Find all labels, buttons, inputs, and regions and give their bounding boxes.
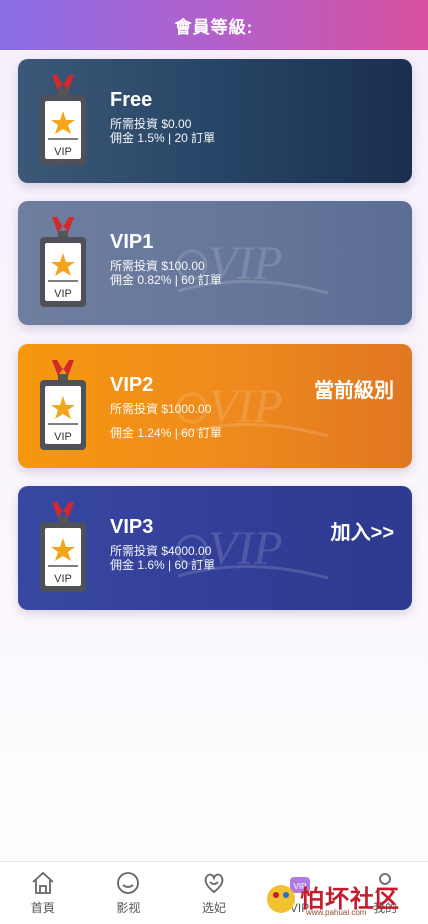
- card-level-name: VIP3: [110, 516, 154, 538]
- watermark-logo-icon: [267, 885, 295, 913]
- vip-card-vip3[interactable]: VIP VIP VIP3 所需投資 $4000.00 佣金 1.6% | 60 …: [18, 486, 412, 610]
- svg-text:VIP: VIP: [54, 146, 72, 158]
- tab-home[interactable]: 首頁: [0, 862, 86, 924]
- smile-icon: [117, 872, 140, 894]
- card-level-name: VIP1: [110, 231, 154, 253]
- page-header: 會員等級:: [0, 0, 428, 50]
- vip-card-free[interactable]: VIP Free 所需投資 $0.00 佣金 1.5% | 20 訂單: [18, 59, 412, 183]
- card-level-name: Free: [110, 89, 153, 111]
- svg-text:VIP: VIP: [54, 288, 72, 300]
- card-commission: 佣金 1.6% | 60 訂單: [110, 558, 216, 572]
- card-commission: 佣金 0.82% | 60 訂單: [110, 273, 222, 287]
- svg-text:VIP: VIP: [54, 431, 72, 443]
- page-title: 會員等級:: [174, 17, 254, 37]
- vip-badge-icon: VIP: [40, 502, 86, 592]
- tab-video[interactable]: 影视: [86, 862, 172, 924]
- vip-badge-icon: VIP: [40, 360, 86, 450]
- vip-badge-icon: VIP: [40, 75, 86, 165]
- vip-card-vip2[interactable]: VIP VIP VIP2 所需投資 $1000.00 佣金 1.24% | 60…: [18, 344, 412, 468]
- vip-card-vip1[interactable]: VIP VIP VIP1 所需投資 $100.00 佣金 0.82% | 60 …: [18, 201, 412, 325]
- heart-icon: [204, 873, 224, 894]
- tab-label: 影视: [116, 901, 141, 915]
- card-level-name: VIP2: [110, 374, 154, 396]
- current-level-label: 當前級別: [314, 380, 394, 402]
- vip-badge-icon: VIP: [40, 217, 86, 307]
- tab-label: 选妃: [201, 901, 226, 915]
- card-commission: 佣金 1.24% | 60 訂單: [110, 426, 222, 440]
- home-icon: [32, 871, 54, 894]
- card-commission: 佣金 1.5% | 20 訂單: [110, 131, 216, 145]
- tab-select[interactable]: 选妃: [171, 862, 257, 924]
- watermark-url: www.pahuai.com: [306, 908, 367, 917]
- tab-label: 首頁: [30, 901, 55, 915]
- site-watermark: 怕坏社区 www.pahuai.com: [262, 872, 422, 920]
- svg-text:VIP: VIP: [54, 573, 72, 585]
- card-investment: 所需投資 $1000.00: [110, 402, 212, 416]
- join-button[interactable]: 加入>>: [331, 516, 394, 545]
- vip-watermark-icon: [168, 79, 348, 169]
